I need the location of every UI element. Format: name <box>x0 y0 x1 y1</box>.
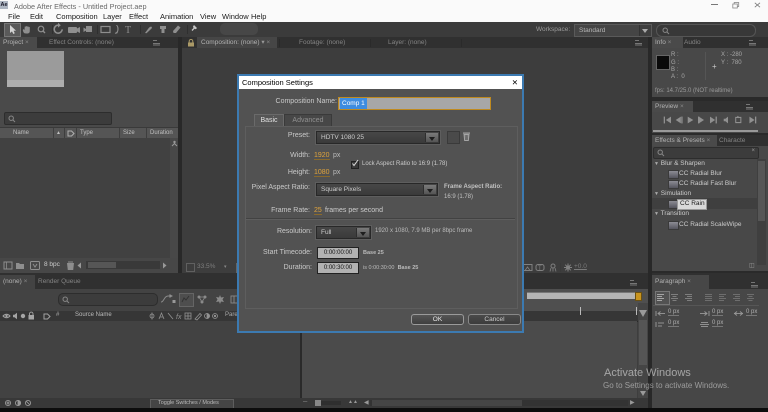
svg-text:fx: fx <box>176 314 182 321</box>
svg-text:T: T <box>125 25 131 36</box>
svg-text:T: T <box>538 266 542 272</box>
